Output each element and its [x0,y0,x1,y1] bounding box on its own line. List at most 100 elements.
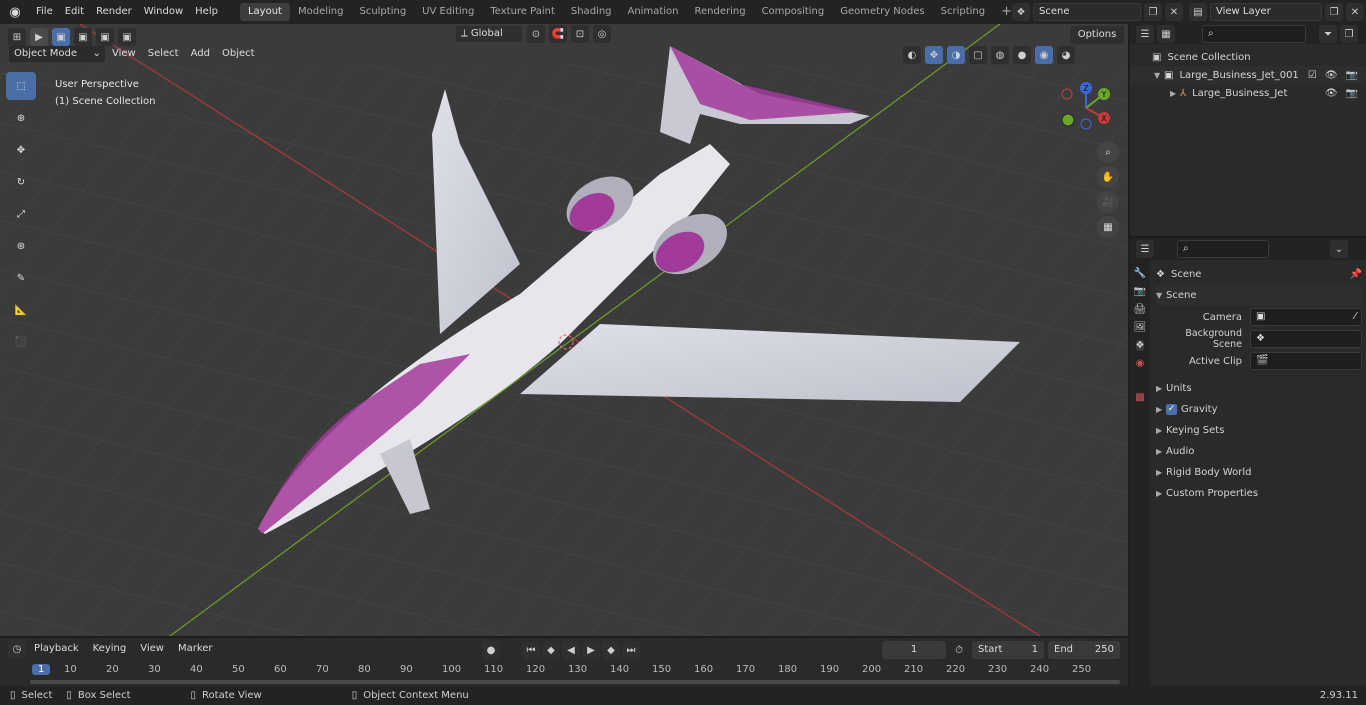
current-frame-field[interactable]: 1 [882,641,946,659]
play-reverse-icon[interactable]: ◀ [562,641,580,659]
navigation-gizmo[interactable]: Z Y X [1056,82,1116,134]
viewport-menu-select[interactable]: Select [142,42,185,66]
menu-help[interactable]: Help [189,0,224,24]
record-icon[interactable]: ● [482,641,500,659]
xray-icon[interactable]: ▢ [969,46,987,64]
pin-icon[interactable]: 📌 [1350,269,1362,280]
expand-right-icon[interactable]: ▶ [1170,89,1180,98]
view-layer-field[interactable]: View Layer [1210,3,1322,21]
texture-tab-icon[interactable]: ▩ [1135,392,1144,403]
camera-field[interactable]: ▣ ⁄ [1250,308,1362,326]
menu-render[interactable]: Render [90,0,138,24]
timeline-menu-view[interactable]: View [134,637,170,661]
tab-modeling[interactable]: Modeling [290,3,352,21]
properties-search-input[interactable]: ⌕ [1177,240,1269,258]
panel-keying-sets[interactable]: ▶ Keying Sets [1156,420,1362,441]
select-subtract-icon[interactable]: ▣ [96,28,114,46]
menu-file[interactable]: File [30,0,59,24]
tab-texture-paint[interactable]: Texture Paint [482,3,563,21]
pan-hand-icon[interactable]: ✋ [1097,166,1119,188]
display-mode-icon[interactable]: ▦ [1157,25,1175,43]
panel-audio[interactable]: ▶ Audio [1156,441,1362,462]
tab-layout[interactable]: Layout [239,3,290,21]
blender-logo-icon[interactable]: ◉ [0,5,30,20]
next-keyframe-icon[interactable]: ◆ [602,641,620,659]
expand-down-icon[interactable]: ▼ [1154,71,1164,80]
viewport-menu-add[interactable]: Add [185,42,216,66]
mode-dropdown[interactable]: Object Mode ⌄ [8,45,106,63]
stopwatch-icon[interactable]: ⏱ [950,645,968,656]
eyedropper-icon[interactable]: ⁄ [1354,309,1356,325]
view-layer-tab-icon[interactable]: 🖼 [1134,322,1147,333]
panel-units[interactable]: ▶ Units [1156,378,1362,399]
properties-options-icon[interactable]: ⌄ [1330,240,1348,258]
viewport-menu-object[interactable]: Object [216,42,261,66]
snap-icon[interactable]: 🧲 [549,25,567,43]
snap-target-icon[interactable]: ⊡ [571,25,589,43]
select-invert-icon[interactable]: ▣ [118,28,136,46]
menu-edit[interactable]: Edit [59,0,90,24]
scene-icon[interactable]: ❖ [1012,3,1030,21]
camera-render-icon[interactable]: 📷 [1346,88,1358,99]
camera-render-icon[interactable]: 📷 [1346,70,1358,81]
tab-sculpting[interactable]: Sculpting [351,3,414,21]
rotate-tool-icon[interactable]: ↻ [6,168,36,196]
scene-tab-icon[interactable]: ❖ [1135,340,1145,351]
outliner-item-object[interactable]: ▶ ⅄ Large_Business_Jet 👁 📷 [1130,84,1366,102]
tab-geometry-nodes[interactable]: Geometry Nodes [832,3,932,21]
scene-name-field[interactable]: Scene [1033,3,1141,21]
zoom-icon[interactable]: ⌕ [1097,141,1119,163]
menu-window[interactable]: Window [138,0,189,24]
overlays-icon[interactable]: ◑ [947,46,965,64]
view-layer-icon[interactable]: ▤ [1189,3,1207,21]
move-tool-icon[interactable]: ✥ [6,136,36,164]
pivot-icon[interactable]: ⊙ [527,25,545,43]
select-tool-icon[interactable]: ▶ [30,28,48,46]
active-clip-field[interactable]: 🎬 [1250,352,1362,370]
start-frame-field[interactable]: Start 1 [972,641,1044,659]
outliner-search-input[interactable]: ⌕ [1202,25,1306,43]
new-collection-icon[interactable]: ❐ [1340,25,1358,43]
timeline-scrollbar[interactable] [30,680,1120,684]
tab-rendering[interactable]: Rendering [686,3,753,21]
background-scene-field[interactable]: ❖ [1250,330,1362,348]
transform-orientation-dropdown[interactable]: ⟂ Global [455,25,523,43]
play-icon[interactable]: ▶ [582,641,600,659]
rendered-shading-icon[interactable]: ◕ [1057,46,1075,64]
editor-type-icon[interactable]: ⊞ [8,28,26,46]
timeline-menu-playback[interactable]: Playback [28,637,85,661]
select-new-icon[interactable]: ▣ [52,28,70,46]
select-box-tool-icon[interactable]: ⬚ [6,72,36,100]
filter-icon[interactable]: ⏷ [1319,25,1337,43]
delete-scene-icon[interactable]: ✕ [1165,3,1183,21]
tool-tab-icon[interactable]: 🔧 [1134,268,1146,279]
scale-tool-icon[interactable]: ⤢ [6,200,36,228]
options-button[interactable]: Options [1070,26,1124,44]
tab-animation[interactable]: Animation [620,3,687,21]
render-tab-icon[interactable]: 📷 [1134,286,1146,297]
outliner-root[interactable]: ▣ Scene Collection [1130,48,1366,66]
tab-compositing[interactable]: Compositing [754,3,833,21]
3d-viewport[interactable] [0,24,1128,636]
checkbox-icon[interactable]: ☑ [1308,70,1317,81]
eye-icon[interactable]: 👁 [1325,88,1338,99]
outliner-item-collection[interactable]: ▼ ▣ Large_Business_Jet_001 ☑ 👁 📷 [1130,66,1366,84]
output-tab-icon[interactable]: 🖨 [1134,304,1147,315]
cursor-tool-icon[interactable]: ⊕ [6,104,36,132]
camera-view-icon[interactable]: 🎥 [1097,191,1119,213]
panel-custom-properties[interactable]: ▶ Custom Properties [1156,483,1362,504]
visibility-icon[interactable]: ◐ [903,46,921,64]
delete-view-layer-icon[interactable]: ✕ [1346,3,1364,21]
outliner-editor-icon[interactable]: ☰ [1136,25,1154,43]
timeline-editor-type-icon[interactable]: ◷ [8,640,26,658]
panel-rigid-body-world[interactable]: ▶ Rigid Body World [1156,462,1362,483]
wireframe-shading-icon[interactable]: ◍ [991,46,1009,64]
solid-shading-icon[interactable]: ● [1013,46,1031,64]
tab-scripting[interactable]: Scripting [933,3,993,21]
new-scene-icon[interactable]: ❐ [1144,3,1162,21]
frame-ruler[interactable]: 1 10 20 30 40 50 60 70 80 90 100 110 120 130 140 150 160… [30,664,1120,678]
measure-tool-icon[interactable]: 📐 [6,296,36,324]
panel-gravity[interactable]: ▶ ✓ Gravity [1156,399,1362,420]
perspective-toggle-icon[interactable]: ▦ [1097,216,1119,238]
end-frame-field[interactable]: End 250 [1048,641,1120,659]
